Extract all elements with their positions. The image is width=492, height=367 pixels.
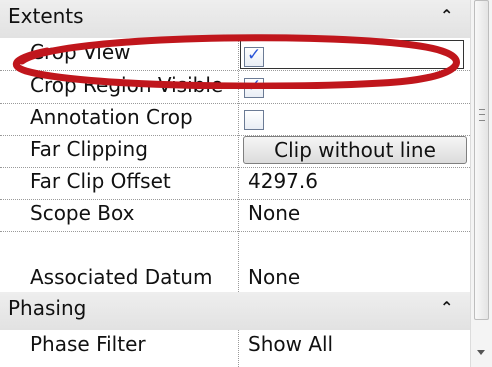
property-row-phase-filter: Phase Filter Show All <box>0 330 470 363</box>
phase-filter-value[interactable]: Show All <box>248 332 333 356</box>
crop-view-value-field[interactable] <box>240 40 464 69</box>
associated-datum-value[interactable]: None <box>248 265 300 289</box>
section-title: Phasing <box>8 296 87 320</box>
property-row-scope-box: Scope Box None <box>0 199 470 232</box>
annotation-crop-checkbox[interactable] <box>244 110 264 130</box>
property-label: Scope Box <box>30 201 135 225</box>
scrollbar-thumb[interactable] <box>474 0 489 320</box>
property-label: Phase Filter <box>30 332 146 356</box>
property-row-associated-datum: Associated Datum None <box>0 231 470 292</box>
scroll-down-arrow-icon[interactable] <box>477 350 485 355</box>
section-header-phasing[interactable]: Phasing ⌃ <box>0 292 470 330</box>
property-label: Crop View <box>30 40 131 64</box>
crop-region-visible-checkbox[interactable]: ✓ <box>244 76 264 98</box>
section-header-extents[interactable]: Extents ⌃ <box>0 0 470 38</box>
scope-box-value[interactable]: None <box>248 201 300 225</box>
checkmark-icon: ✓ <box>247 45 262 65</box>
section-title: Extents <box>8 4 84 28</box>
property-row-annotation-crop: Annotation Crop <box>0 103 470 136</box>
far-clip-offset-value[interactable]: 4297.6 <box>248 169 318 193</box>
property-row-far-clip-offset: Far Clip Offset 4297.6 <box>0 167 470 200</box>
properties-panel: Extents ⌃ Crop View ✓ Crop Region Visibl… <box>0 0 470 367</box>
grip-icon <box>479 109 485 121</box>
crop-view-checkbox[interactable]: ✓ <box>244 45 264 67</box>
checkmark-icon: ✓ <box>247 76 262 96</box>
property-label: Associated Datum <box>30 265 213 289</box>
property-row-crop-region-visible: Crop Region Visible <box>0 71 470 104</box>
vertical-scrollbar[interactable] <box>470 0 492 367</box>
property-label: Crop Region Visible <box>30 73 224 97</box>
collapse-chevron-up-icon[interactable]: ⌃ <box>440 298 453 317</box>
collapse-chevron-up-icon[interactable]: ⌃ <box>440 6 453 25</box>
far-clipping-button[interactable]: Clip without line <box>243 136 467 164</box>
property-label: Annotation Crop <box>30 105 193 129</box>
property-label: Far Clipping <box>30 137 148 161</box>
property-label: Far Clip Offset <box>30 169 171 193</box>
